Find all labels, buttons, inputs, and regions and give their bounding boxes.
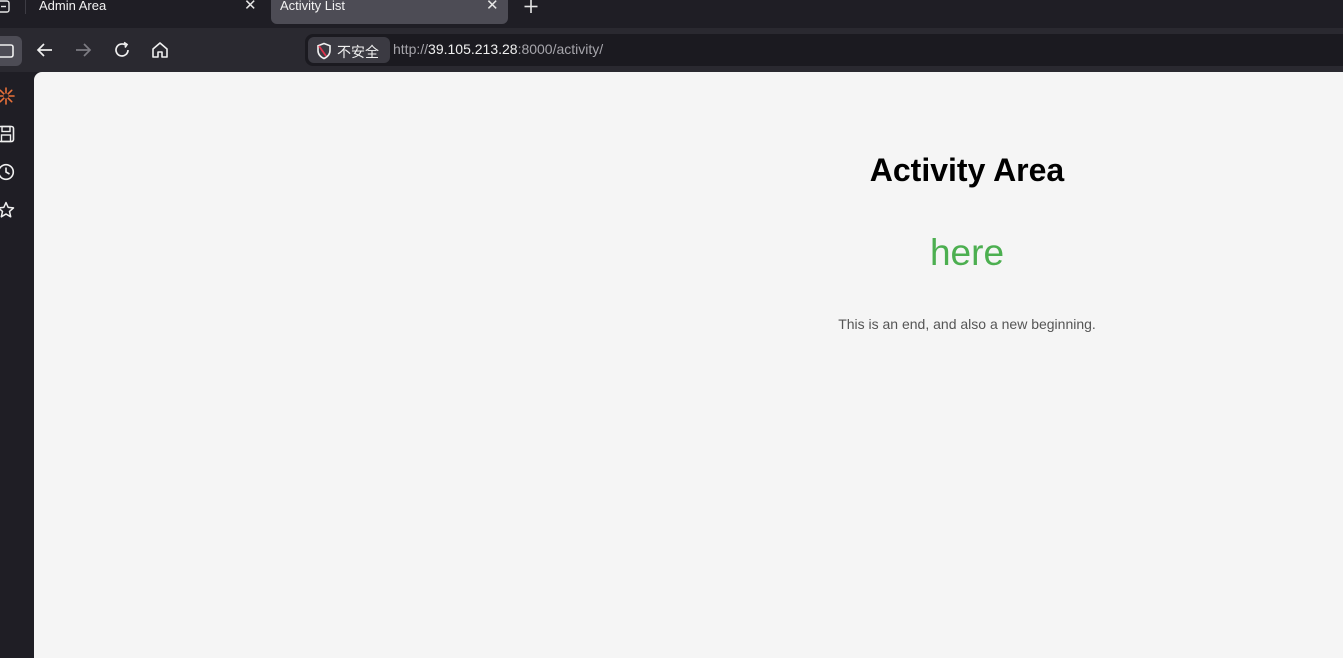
security-label: 不安全 [337,44,379,60]
star-icon[interactable] [0,201,15,219]
sidebar-toggle-icon[interactable] [0,36,22,66]
shield-icon [317,42,331,60]
page-viewport: Activity Area here This is an end, and a… [34,72,1343,658]
home-icon[interactable] [150,40,170,60]
page-title: Activity Area [869,152,1065,188]
url-path: :8000/activity/ [517,41,604,57]
url-scheme: http:// [393,41,429,57]
security-indicator[interactable]: 不安全 [308,37,390,63]
here-link[interactable]: here [34,232,1343,274]
plus-icon[interactable] [521,0,541,17]
tab-label: Activity List [280,0,346,13]
url-text[interactable]: http://39.105.213.28:8000/activity/ [393,41,603,57]
history-icon[interactable] [0,163,15,181]
tab-admin-area[interactable]: Admin Area ✕ [30,0,266,24]
tagline-text: This is an end, and also a new beginning… [838,316,1096,332]
tab-label: Admin Area [39,0,107,13]
tab-strip: Admin Area ✕ Activity List ✕ [0,0,1343,28]
close-icon[interactable]: ✕ [486,0,499,13]
url-host: 39.105.213.28 [428,41,518,57]
browser-sidebar [0,72,34,658]
close-icon[interactable]: ✕ [244,0,257,13]
tab-panel-icon[interactable] [0,0,14,14]
tab-divider [25,0,26,14]
toolbar: 不安全 http://39.105.213.28:8000/activity/ [0,28,1343,72]
sparkle-icon[interactable] [0,87,15,105]
reload-icon[interactable] [112,40,132,60]
arrow-left-icon[interactable] [35,40,55,60]
address-bar[interactable]: 不安全 http://39.105.213.28:8000/activity/ [305,34,1343,66]
save-icon[interactable] [0,125,15,143]
tab-activity-list[interactable]: Activity List ✕ [271,0,508,24]
arrow-right-icon[interactable] [73,40,93,60]
